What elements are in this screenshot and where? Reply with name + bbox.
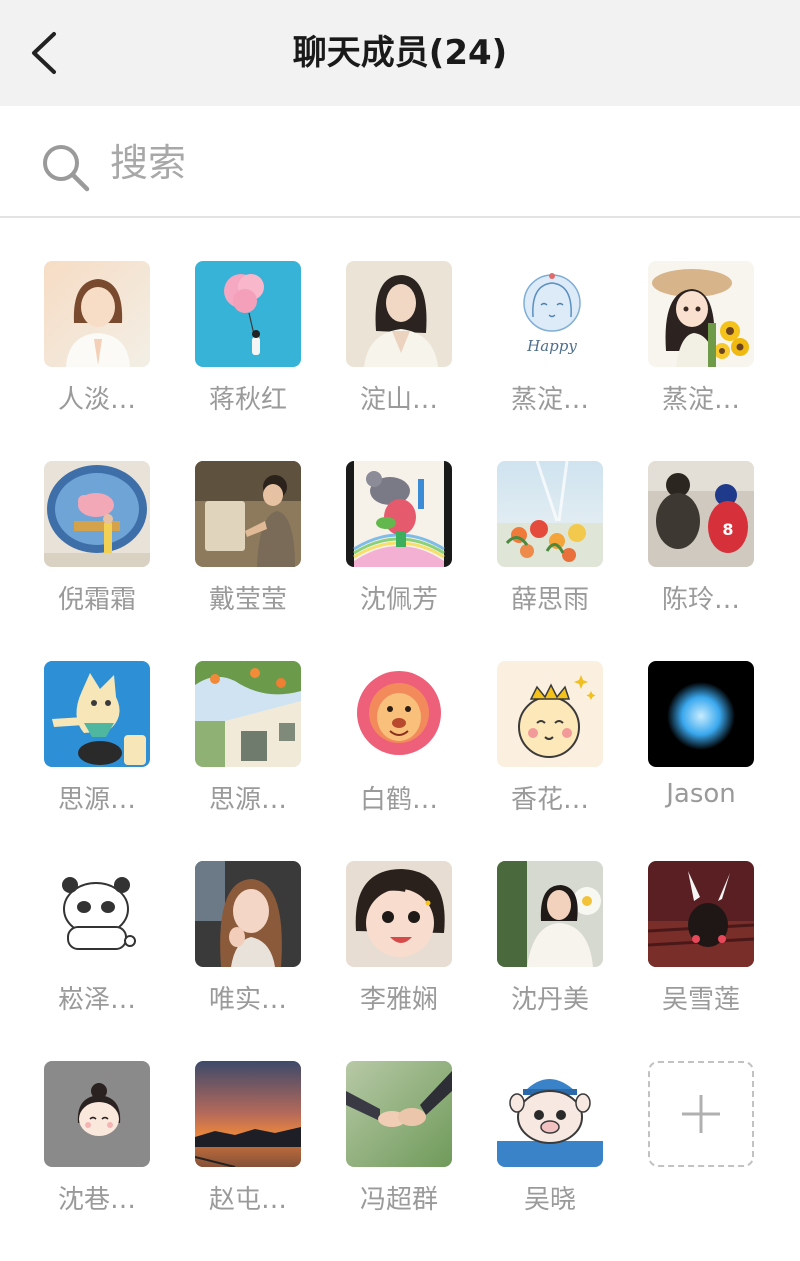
member-item[interactable]: 戴莹莹 [180,461,320,641]
avatar [346,461,452,567]
avatar [497,661,603,767]
member-name: 蒸淀… [510,385,589,415]
member-name: 赵屯… [208,1185,287,1215]
avatar [497,1061,603,1167]
member-name: 戴莹莹 [208,585,287,615]
avatar [648,261,754,367]
avatar [195,261,301,367]
avatar [44,261,150,367]
member-name: 蒸淀… [661,385,740,415]
member-name: 吴雪莲 [661,985,740,1015]
plus-icon [682,1095,720,1133]
search-bar [0,106,800,218]
member-item[interactable]: 香花… [482,661,622,841]
avatar [195,861,301,967]
avatar [44,861,150,967]
avatar [648,661,754,767]
avatar [346,861,452,967]
member-item[interactable]: 倪霜霜 [29,461,169,641]
member-name: 白鹤… [359,785,438,815]
member-item[interactable]: 吴雪莲 [633,861,773,1041]
search-input[interactable] [108,134,732,192]
avatar [497,861,603,967]
member-name: 人淡… [57,385,136,415]
avatar: 8 [648,461,754,567]
member-item[interactable]: 李雅娴 [331,861,471,1041]
member-name: 沈巷… [57,1185,136,1215]
member-item[interactable]: 思源… [29,661,169,841]
member-name: 思源… [57,785,136,815]
member-item[interactable]: 白鹤… [331,661,471,841]
avatar [195,661,301,767]
member-item[interactable]: 蒸淀… [633,261,773,441]
svg-text:Happy: Happy [526,337,577,355]
member-name: 沈丹美 [510,985,589,1015]
member-item[interactable]: 沈佩芳 [331,461,471,641]
member-name: 冯超群 [359,1185,438,1215]
member-grid: 人淡… 蒋秋红 淀山… Happy 蒸淀… 蒸淀… 倪霜霜 戴莹莹 沈佩芳 薛思… [0,218,800,1261]
member-item[interactable]: 崧泽… [29,861,169,1041]
member-name: 香花… [510,785,589,815]
member-item[interactable]: Jason [633,661,773,841]
member-name: 蒋秋红 [208,385,287,415]
avatar [44,1061,150,1167]
member-name: 薛思雨 [510,585,589,615]
member-name: 淀山… [359,385,438,415]
avatar [44,661,150,767]
member-name: 思源… [208,785,287,815]
avatar [195,461,301,567]
search-icon [43,145,90,192]
svg-text:8: 8 [722,520,733,539]
member-item[interactable]: 蒋秋红 [180,261,320,441]
avatar [346,661,452,767]
avatar: Happy [497,261,603,367]
avatar [44,461,150,567]
member-item[interactable]: 唯实… [180,861,320,1041]
member-item[interactable]: 人淡… [29,261,169,441]
member-item[interactable]: 思源… [180,661,320,841]
member-item[interactable]: 吴晓 [482,1061,622,1241]
member-name: 唯实… [208,985,287,1015]
member-name: 沈佩芳 [359,585,438,615]
avatar [195,1061,301,1167]
member-name: 陈玲… [661,585,740,615]
avatar [346,261,452,367]
member-name: Jason [666,779,736,809]
member-item[interactable]: 沈巷… [29,1061,169,1241]
member-item[interactable]: 赵屯… [180,1061,320,1241]
member-name: 倪霜霜 [57,585,136,615]
avatar [346,1061,452,1167]
member-item[interactable]: 薛思雨 [482,461,622,641]
member-name: 李雅娴 [359,985,438,1015]
avatar [497,461,603,567]
add-member-button[interactable] [633,1061,773,1241]
member-item[interactable]: 淀山… [331,261,471,441]
member-name: 崧泽… [57,985,136,1015]
member-item[interactable]: 冯超群 [331,1061,471,1241]
add-member-box[interactable] [648,1061,754,1167]
page-title: 聊天成员(24) [292,33,508,73]
member-name: 吴晓 [523,1185,576,1215]
member-item[interactable]: 沈丹美 [482,861,622,1041]
top-bar: 聊天成员(24) [0,0,800,106]
member-item[interactable]: Happy 蒸淀… [482,261,622,441]
avatar [648,861,754,967]
member-item[interactable]: 8 陈玲… [633,461,773,641]
